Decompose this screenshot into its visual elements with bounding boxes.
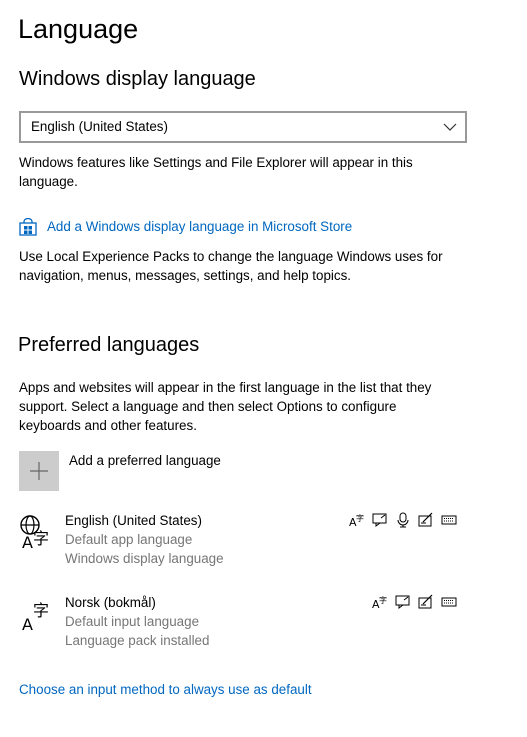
svg-text:字: 字 <box>33 529 49 548</box>
dropdown-selected-value: English (United States) <box>31 119 168 134</box>
display-language-heading: Windows display language <box>19 68 256 90</box>
preferred-languages-description: Apps and websites will appear in the fir… <box>19 380 432 433</box>
display-language-description: Windows features like Settings and File … <box>19 155 413 189</box>
language-status: Default input language <box>65 614 200 629</box>
text-to-speech-icon: A 字 <box>349 513 364 528</box>
add-preferred-language-label[interactable]: Add a preferred language <box>69 453 221 468</box>
language-name: English (United States) <box>65 513 202 528</box>
page-title: Language <box>18 14 139 44</box>
language-status: Windows display language <box>65 551 224 566</box>
display-language-icon <box>418 512 433 527</box>
keyboard-icon <box>441 515 457 525</box>
list-item-norsk[interactable]: A 字 Norsk (bokmål) Default input languag… <box>19 594 509 654</box>
language-name: Norsk (bokmål) <box>65 595 156 610</box>
preferred-languages-heading: Preferred languages <box>18 334 200 356</box>
local-experience-packs-description: Use Local Experience Packs to change the… <box>19 249 443 283</box>
display-language-dropdown[interactable]: English (United States) <box>19 111 467 143</box>
language-icon: A 字 <box>22 601 49 632</box>
speech-recognition-icon <box>397 512 409 528</box>
svg-text:字: 字 <box>379 595 387 605</box>
add-display-language-link[interactable]: Add a Windows display language in Micros… <box>47 219 352 234</box>
list-item-english[interactable]: A 字 English (United States) Default app … <box>19 512 509 572</box>
language-status: Default app language <box>65 532 193 547</box>
language-globe-icon: A 字 <box>20 515 49 550</box>
choose-input-method-link[interactable]: Choose an input method to always use as … <box>19 682 312 697</box>
svg-text:字: 字 <box>33 601 49 620</box>
add-preferred-language-button[interactable] <box>19 451 59 491</box>
svg-text:A: A <box>22 533 33 550</box>
svg-text:字: 字 <box>356 513 364 523</box>
handwriting-icon <box>395 595 410 609</box>
microsoft-store-icon[interactable] <box>19 218 37 236</box>
plus-icon <box>30 462 48 480</box>
display-language-icon <box>418 594 433 609</box>
svg-text:A: A <box>22 615 33 632</box>
text-to-speech-icon: A 字 <box>372 595 387 610</box>
chevron-down-icon <box>443 123 457 131</box>
keyboard-icon <box>441 597 457 607</box>
language-status: Language pack installed <box>65 633 210 648</box>
handwriting-icon <box>372 513 387 527</box>
